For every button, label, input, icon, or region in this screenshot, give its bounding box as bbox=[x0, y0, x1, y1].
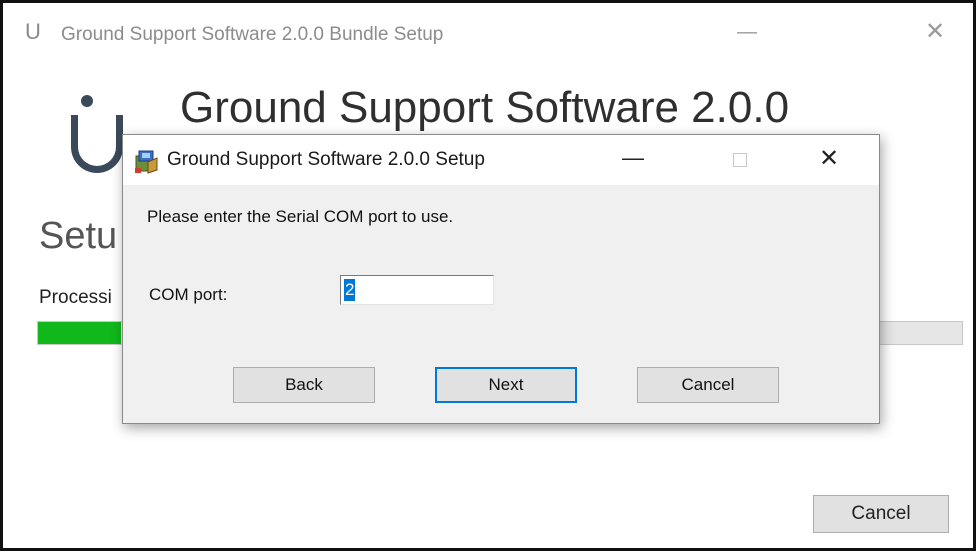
com-port-input-value: 2 bbox=[344, 279, 356, 301]
minimize-button[interactable]: — bbox=[727, 17, 767, 47]
com-port-label: COM port: bbox=[149, 285, 228, 304]
dialog-close-button[interactable]: ✕ bbox=[809, 143, 849, 177]
com-port-setup-dialog: Ground Support Software 2.0.0 Setup — ✕ … bbox=[122, 134, 880, 424]
brand-logo-dot bbox=[81, 95, 93, 107]
maximize-icon bbox=[733, 153, 747, 167]
dialog-cancel-button[interactable]: Cancel bbox=[637, 367, 779, 403]
processing-label: Processi bbox=[39, 287, 112, 308]
install-progress-fill bbox=[38, 322, 122, 344]
dialog-minimize-button[interactable]: — bbox=[613, 143, 653, 177]
com-port-input[interactable]: 2 bbox=[340, 275, 494, 305]
dialog-message: Please enter the Serial COM port to use. bbox=[147, 207, 454, 226]
brand-logo-u-shape bbox=[71, 115, 123, 173]
next-button[interactable]: Next bbox=[435, 367, 577, 403]
dialog-titlebar: Ground Support Software 2.0.0 Setup — ✕ bbox=[123, 135, 879, 185]
bundle-cancel-button[interactable]: Cancel bbox=[813, 495, 949, 533]
app-logo-icon: U bbox=[25, 19, 41, 44]
close-button[interactable]: ✕ bbox=[915, 17, 955, 47]
bundle-setup-titlebar: U Ground Support Software 2.0.0 Bundle S… bbox=[3, 3, 973, 65]
dialog-title: Ground Support Software 2.0.0 Setup bbox=[167, 149, 485, 170]
window-title: Ground Support Software 2.0.0 Bundle Set… bbox=[61, 24, 444, 45]
product-title: Ground Support Software 2.0.0 bbox=[180, 83, 790, 132]
installer-package-icon bbox=[135, 150, 158, 174]
dialog-maximize-button bbox=[719, 143, 759, 177]
setup-heading: Setu bbox=[39, 215, 118, 257]
back-button[interactable]: Back bbox=[233, 367, 375, 403]
